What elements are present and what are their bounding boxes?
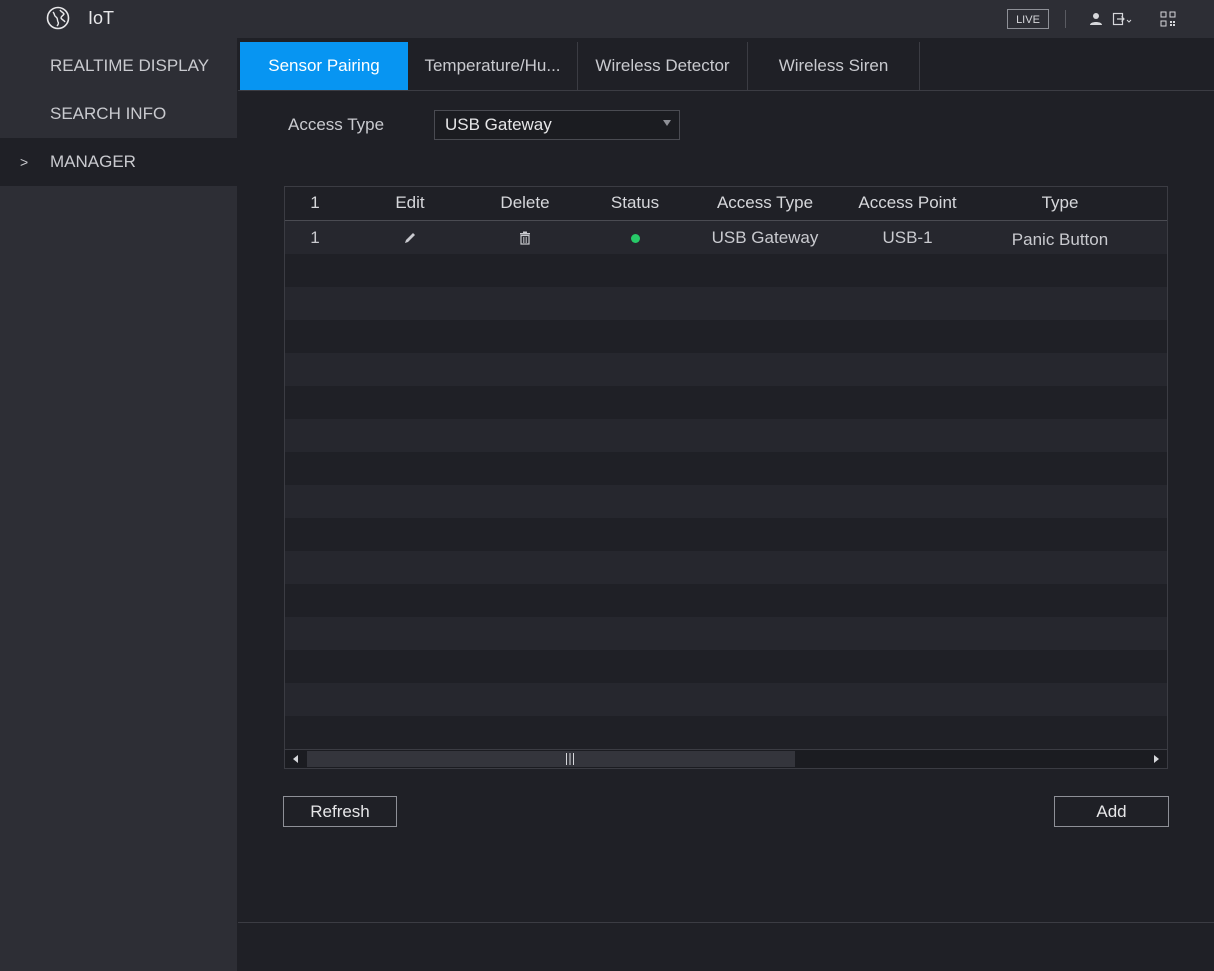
row-type: Panic Button [1011,230,1109,249]
toolbar-divider [1065,10,1066,28]
sidebar-item-realtime-display[interactable]: REALTIME DISPLAY [0,42,237,90]
scrollbar-thumb[interactable] [307,751,795,767]
access-type-value: USB Gateway [445,115,552,134]
trash-icon[interactable] [475,230,575,250]
tab-wireless-detector[interactable]: Wireless Detector [578,42,748,90]
sidebar: REALTIME DISPLAY SEARCH INFO > MANAGER [0,38,237,971]
row-access-point: USB-1 [882,228,933,247]
pencil-icon[interactable] [365,230,455,250]
divider [238,922,1214,923]
table-row-empty [285,518,1167,551]
add-button[interactable]: Add [1054,796,1169,827]
status-indicator [590,228,680,248]
table-body: 1 USB Gateway USB-1 Panic Button [285,221,1167,749]
table-row-empty [285,353,1167,386]
sidebar-item-search-info[interactable]: SEARCH INFO [0,90,237,138]
table-row-empty [285,386,1167,419]
tab-sensor-pairing[interactable]: Sensor Pairing [240,42,408,90]
row-access-type: USB Gateway [711,228,819,247]
table-row-empty [285,419,1167,452]
column-header-delete: Delete [500,193,550,212]
sidebar-item-label: REALTIME DISPLAY [50,56,210,75]
table-row-empty [285,617,1167,650]
sidebar-item-manager[interactable]: > MANAGER [0,138,237,186]
table-row-empty [285,551,1167,584]
dropdown-arrow-icon [663,120,671,126]
table-row-empty [285,485,1167,518]
table-row-empty [285,452,1167,485]
top-bar: IoT LIVE [0,0,1214,38]
table-row-empty [285,716,1167,749]
column-header-index: 1 [310,193,320,212]
chevron-right-icon: > [20,154,29,170]
table-row-empty [285,683,1167,716]
column-header-access-point: Access Point [858,193,957,212]
scroll-left-arrow-icon[interactable] [287,752,305,766]
column-header-edit: Edit [395,193,425,212]
column-header-status: Status [610,193,660,212]
user-icon[interactable] [1088,11,1104,27]
table-row-empty [285,320,1167,353]
table-row[interactable]: 1 USB Gateway USB-1 Panic Button [285,221,1167,254]
sidebar-item-label: SEARCH INFO [50,104,167,123]
access-type-label: Access Type [288,115,385,134]
globe-icon [46,6,70,30]
scroll-right-arrow-icon[interactable] [1147,752,1165,766]
table-row-empty [285,650,1167,683]
live-button[interactable]: LIVE [1007,9,1049,29]
column-header-type: Type [1041,193,1079,212]
access-type-select[interactable]: USB Gateway [434,110,680,140]
grip-icon [566,753,574,765]
table-row-empty [285,254,1167,287]
logout-icon[interactable] [1112,11,1134,27]
row-index: 1 [310,228,320,247]
tab-temperature-humidity[interactable]: Temperature/Hu... [408,42,578,90]
table-row-empty [285,584,1167,617]
column-header-access-type: Access Type [716,193,814,212]
refresh-button[interactable]: Refresh [283,796,397,827]
status-online-dot [630,234,640,243]
horizontal-scrollbar[interactable] [285,749,1167,768]
table-header: 1 Edit Delete Status Access Type Access … [285,187,1167,221]
sidebar-item-label: MANAGER [50,152,136,171]
qr-code-icon[interactable] [1160,11,1176,27]
sensor-table: 1 Edit Delete Status Access Type Access … [284,186,1168,769]
tab-wireless-siren[interactable]: Wireless Siren [748,42,920,90]
table-row-empty [285,287,1167,320]
app-title: IoT [88,8,115,28]
tab-bar: Sensor Pairing Temperature/Hu... Wireles… [238,42,1214,91]
